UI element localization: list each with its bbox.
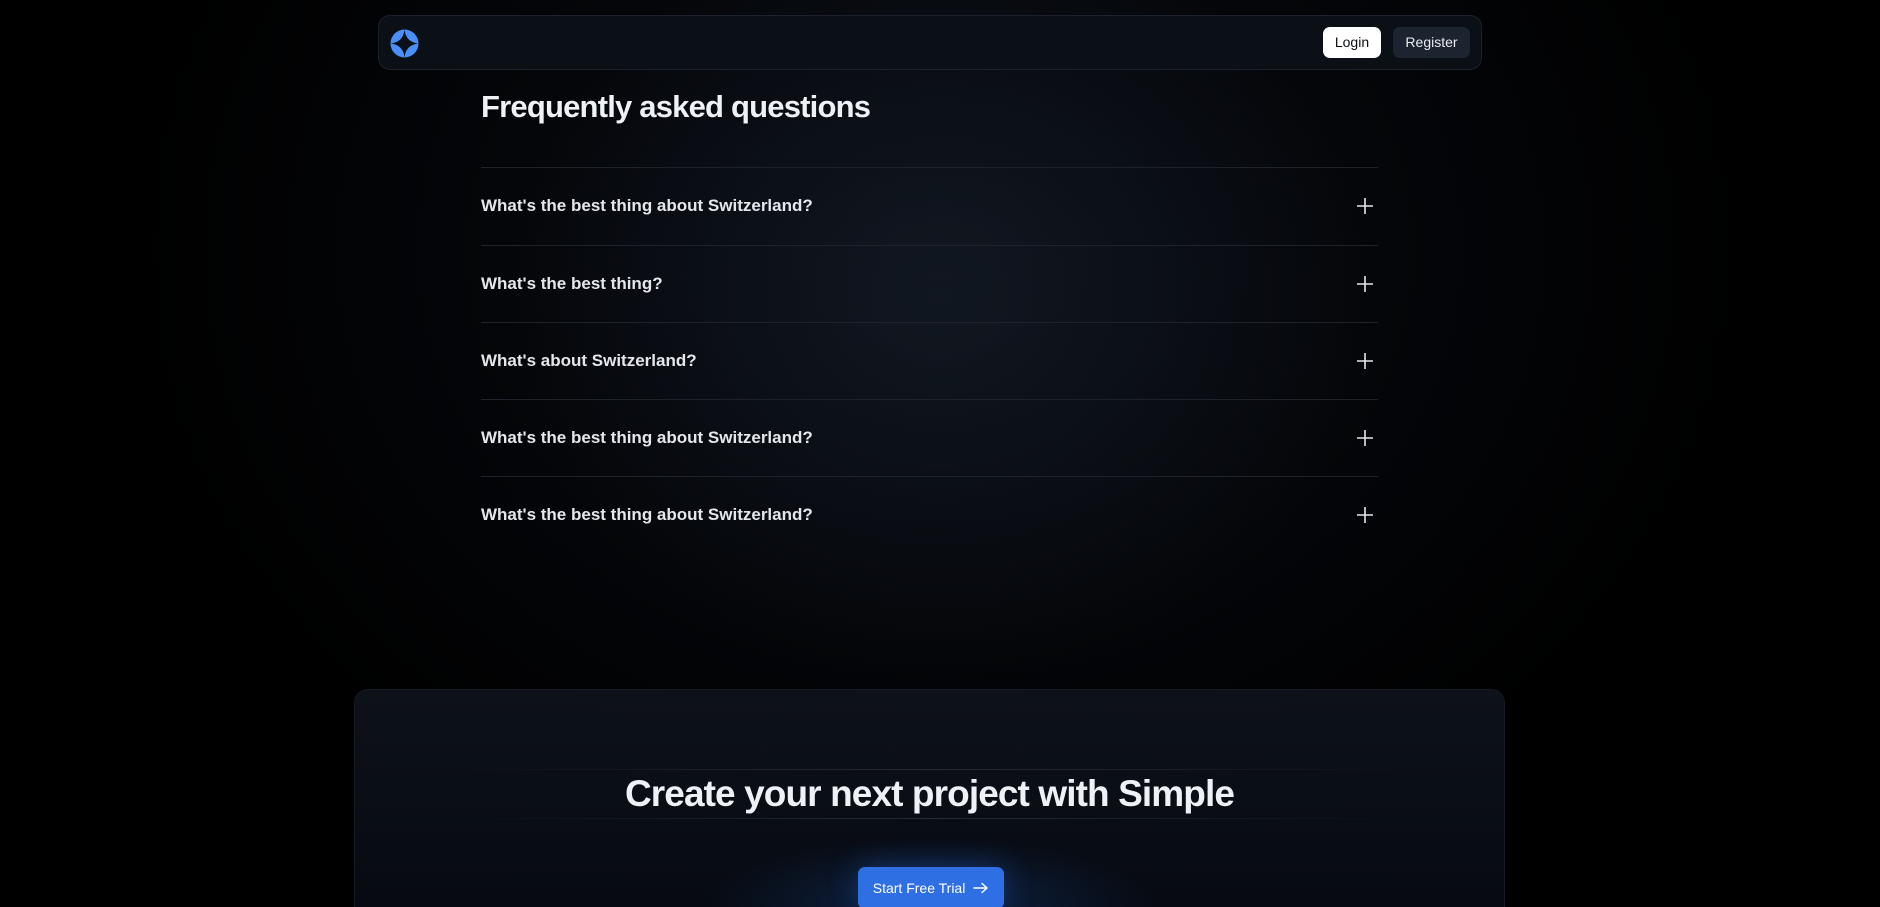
arrow-right-icon bbox=[973, 883, 988, 894]
faq-item[interactable]: What's the best thing about Switzerland? bbox=[481, 167, 1378, 245]
faq-item[interactable]: What's about Switzerland? bbox=[481, 322, 1378, 399]
cta-button-label: Start Free Trial bbox=[872, 880, 966, 896]
faq-question: What's the best thing about Switzerland? bbox=[481, 428, 813, 447]
plus-icon[interactable] bbox=[1356, 275, 1374, 293]
login-button[interactable]: Login bbox=[1323, 27, 1381, 58]
faq-list: What's the best thing about Switzerland?… bbox=[481, 167, 1378, 553]
faq-question: What's the best thing about Switzerland? bbox=[481, 505, 813, 524]
start-free-trial-button[interactable]: Start Free Trial bbox=[858, 867, 1004, 907]
faq-item[interactable]: What's the best thing? bbox=[481, 245, 1378, 322]
plus-icon[interactable] bbox=[1356, 506, 1374, 524]
faq-question: What's the best thing? bbox=[481, 274, 663, 293]
register-button[interactable]: Register bbox=[1393, 27, 1470, 58]
navbar: Login Register bbox=[378, 15, 1482, 70]
faq-item[interactable]: What's the best thing about Switzerland? bbox=[481, 476, 1378, 553]
faq-question: What's about Switzerland? bbox=[481, 351, 697, 370]
plus-icon[interactable] bbox=[1356, 352, 1374, 370]
faq-title: Frequently asked questions bbox=[481, 89, 871, 124]
page: Login Register Frequently asked question… bbox=[0, 0, 1880, 907]
brand-logo-icon[interactable] bbox=[390, 29, 419, 58]
faq-item[interactable]: What's the best thing about Switzerland? bbox=[481, 399, 1378, 476]
plus-icon[interactable] bbox=[1356, 197, 1374, 215]
faq-question: What's the best thing about Switzerland? bbox=[481, 196, 813, 215]
plus-icon[interactable] bbox=[1356, 429, 1374, 447]
cta-panel: Create your next project with Simple Sta… bbox=[354, 689, 1505, 907]
cta-heading: Create your next project with Simple bbox=[624, 773, 1235, 814]
